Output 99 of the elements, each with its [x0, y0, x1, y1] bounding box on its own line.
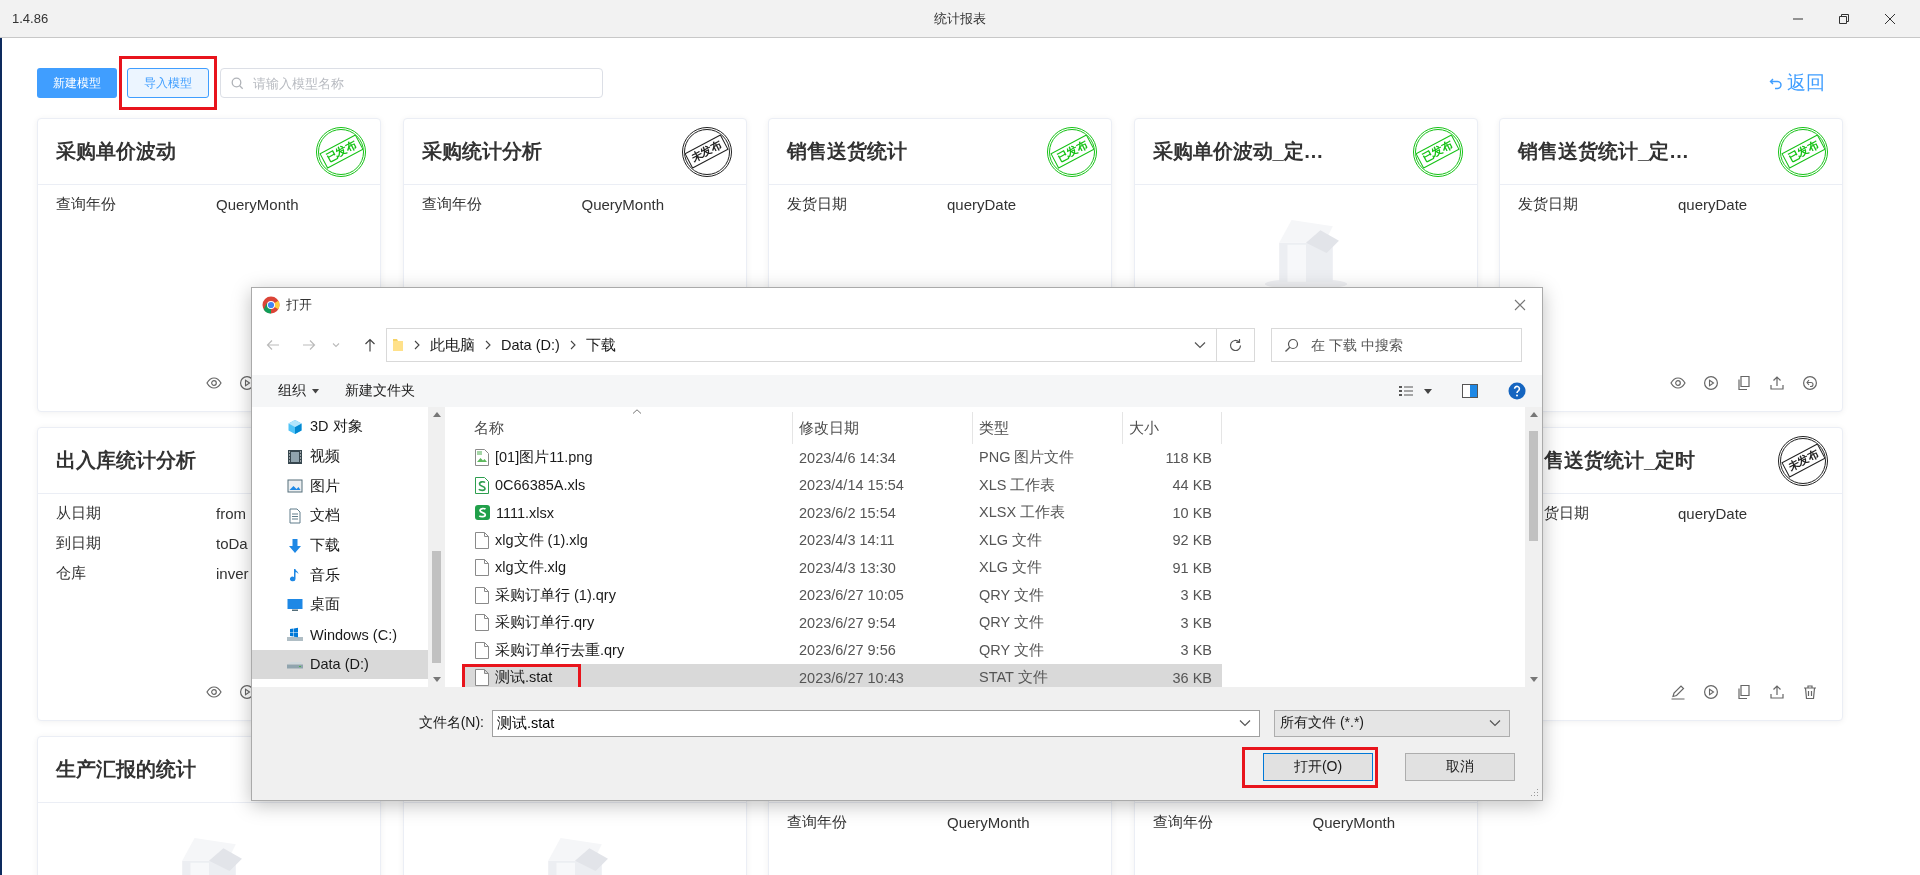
card-title: 生产汇报的统计 — [56, 757, 196, 782]
field-value: queryDate — [947, 195, 1017, 213]
file-name: 测试.stat — [495, 668, 553, 688]
card-title: 销售送货统计 — [787, 139, 907, 164]
field-label: 仓库 — [56, 563, 86, 583]
file-size: 3 KB — [1179, 587, 1213, 604]
stamp-label: 已发布 — [1415, 134, 1460, 169]
file-size: 10 KB — [1171, 504, 1213, 521]
modified-date: 2023/6/27 9:54 — [798, 614, 897, 631]
card-title: 售送货统计_定时 — [1544, 448, 1696, 473]
file-type: QRY 文件 — [978, 640, 1045, 660]
modified-date: 2023/4/3 14:11 — [798, 532, 896, 549]
column-header[interactable]: 大小 — [1123, 412, 1222, 444]
open-button[interactable]: 打开(O) — [1263, 753, 1373, 781]
file-name-label: 文件名(N): — [417, 714, 485, 732]
modified-date: 2023/6/27 10:43 — [798, 669, 905, 686]
breadcrumb-item[interactable]: 下载 — [585, 335, 616, 355]
file-size: 118 KB — [1164, 449, 1213, 466]
field-value: inver — [216, 564, 249, 582]
file-name-field[interactable]: 测试.stat — [492, 709, 1260, 737]
field-label: 查询年份 — [787, 812, 847, 832]
modified-date: 2023/4/6 14:34 — [798, 449, 897, 466]
file-name: 采购订单行去重.qry — [495, 640, 625, 660]
field-value: queryDate — [1678, 504, 1748, 522]
search-field[interactable]: 请输入模型名称 — [220, 68, 603, 98]
field-value: QueryMonth — [1312, 813, 1396, 831]
file-size: 92 KB — [1171, 532, 1213, 549]
file-row[interactable]: xlg文件.xlg 2023/4/3 13:30 XLG 文件 91 KB — [462, 554, 1222, 582]
field-value: QueryMonth — [216, 195, 299, 213]
address-bar[interactable]: 此电脑 Data (D:) 下载 — [386, 328, 1217, 362]
field-label: 货日期 — [1543, 503, 1589, 523]
stamp-label: 未发布 — [1780, 443, 1826, 478]
file-size: 36 KB — [1171, 669, 1213, 686]
field-value: from — [216, 504, 246, 522]
file-size: 44 KB — [1171, 477, 1213, 494]
field-label: 到日期 — [56, 533, 101, 553]
card-title: 采购单价波动 — [56, 139, 176, 164]
file-name: 1111.xlsx — [496, 504, 555, 521]
file-row[interactable]: [01]图片11.png 2023/4/6 14:34 PNG 图片文件 118 KB — [462, 444, 1222, 472]
stamp-label: 已发布 — [1049, 134, 1095, 169]
field-label: 发货日期 — [1518, 194, 1578, 214]
file-name: [01]图片11.png — [495, 448, 593, 468]
card-title: 采购单价波动_定… — [1152, 139, 1324, 164]
column-header[interactable]: 类型 — [973, 412, 1123, 444]
field-label: 查询年份 — [421, 194, 482, 214]
breadcrumb-item[interactable]: Data (D:) — [501, 337, 560, 353]
file-type-select[interactable]: 所有文件 (*.*) — [1274, 709, 1510, 737]
file-type: XLG 文件 — [978, 530, 1044, 550]
file-type: PNG 图片文件 — [978, 448, 1076, 468]
stamp-label: 未发布 — [684, 134, 729, 169]
field-value: QueryMonth — [947, 813, 1030, 831]
field-value: QueryMonth — [581, 195, 665, 213]
file-type: XLSX 工作表 — [978, 503, 1067, 523]
file-name-input[interactable]: 测试.stat — [493, 714, 1239, 732]
file-row[interactable]: 0C66385A.xls 2023/4/14 15:54 XLS 工作表 44 KB — [462, 471, 1222, 499]
file-row[interactable]: 采购订单行.qry 2023/6/27 9:54 QRY 文件 3 KB — [462, 609, 1222, 637]
file-name: 采购订单行.qry — [495, 613, 595, 633]
search-input[interactable]: 请输入模型名称 — [251, 74, 602, 92]
modified-date: 2023/6/27 10:05 — [798, 587, 905, 604]
cancel-button[interactable]: 取消 — [1405, 753, 1515, 781]
breadcrumb-item[interactable]: 此电脑 — [430, 335, 475, 355]
file-size: 3 KB — [1179, 614, 1213, 631]
file-name: xlg文件 (1).xlg — [495, 530, 588, 550]
model-card[interactable]: 销售送货统计_定… 已发布 发货日期 queryDate — [1499, 118, 1843, 412]
modified-date: 2023/4/3 13:30 — [798, 559, 897, 576]
card-title: 出入库统计分析 — [56, 448, 196, 473]
nav-item[interactable]: Data (D:) — [252, 649, 428, 680]
card-title: 销售送货统计_定… — [1518, 139, 1690, 164]
column-header[interactable]: 修改日期 — [793, 412, 973, 444]
modified-date: 2023/6/2 15:54 — [798, 504, 897, 521]
window-title: 统计报表 — [934, 9, 986, 28]
file-type: STAT 文件 — [978, 668, 1049, 688]
file-row[interactable]: 采购订单行 (1).qry 2023/6/27 10:05 QRY 文件 3 KB — [462, 581, 1222, 609]
field-value: toDa — [216, 534, 248, 552]
modified-date: 2023/4/14 15:54 — [798, 477, 905, 494]
field-label: 发货日期 — [787, 194, 847, 214]
file-name: 采购订单行 (1).qry — [495, 585, 616, 605]
field-label: 从日期 — [56, 503, 101, 523]
field-label: 查询年份 — [1152, 812, 1213, 832]
field-label: 查询年份 — [56, 194, 116, 214]
file-type: XLG 文件 — [978, 558, 1044, 578]
dialog-title: 打开 — [286, 296, 312, 314]
file-name: 0C66385A.xls — [495, 477, 586, 494]
file-type: QRY 文件 — [978, 585, 1045, 605]
card-title: 采购统计分析 — [421, 139, 542, 164]
version-label: 1.4.86 — [12, 11, 49, 26]
modified-date: 2023/6/27 9:56 — [798, 642, 897, 659]
file-type: QRY 文件 — [978, 613, 1045, 633]
file-row[interactable]: 采购订单行去重.qry 2023/6/27 9:56 QRY 文件 3 KB — [462, 636, 1222, 664]
file-size: 3 KB — [1179, 642, 1213, 659]
column-header[interactable]: 名称 — [462, 412, 793, 444]
file-row[interactable]: 1111.xlsx 2023/6/2 15:54 XLSX 工作表 10 KB — [462, 499, 1222, 527]
file-name: xlg文件.xlg — [495, 558, 567, 578]
field-value: queryDate — [1678, 195, 1748, 213]
file-row[interactable]: xlg文件 (1).xlg 2023/4/3 14:11 XLG 文件 92 KB — [462, 526, 1222, 554]
search-field[interactable]: 在 下载 中搜索 — [1271, 328, 1522, 362]
file-type: XLS 工作表 — [978, 475, 1057, 495]
organize-menu-button[interactable]: 组织 — [270, 378, 327, 404]
file-size: 91 KB — [1171, 559, 1213, 576]
